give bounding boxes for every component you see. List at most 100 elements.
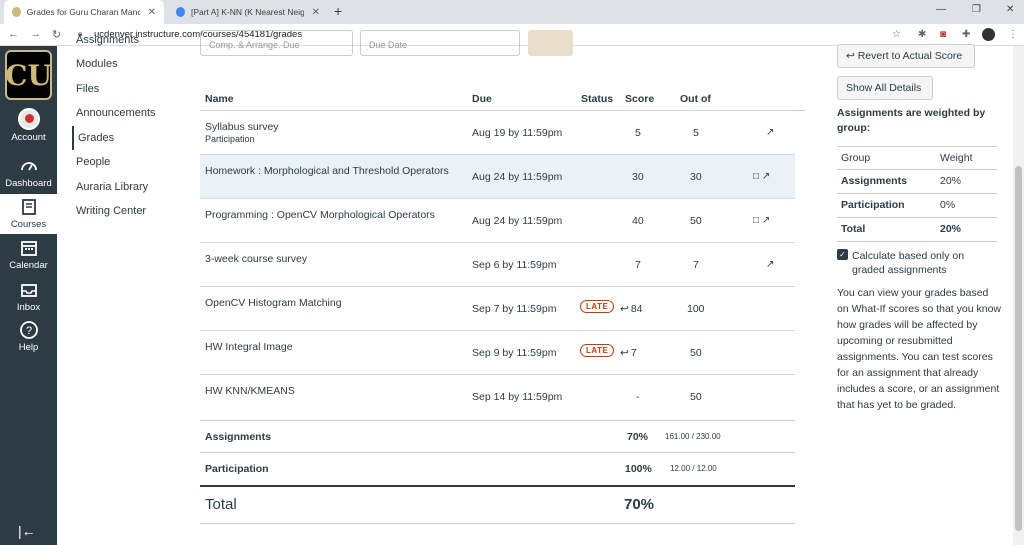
course-nav-writing-center[interactable]: Writing Center [72,199,182,224]
dashboard-icon [20,162,37,171]
assignment-name[interactable]: HW Integral Image [205,341,293,353]
profile-avatar-icon[interactable] [982,28,995,41]
late-badge: LATE [580,344,615,357]
course-nav-people[interactable]: People [72,150,182,175]
score[interactable]: - [636,391,640,403]
score[interactable]: ↩ 7 [620,347,637,359]
due-date: Sep 7 by 11:59pm [472,303,557,315]
reload-icon[interactable]: ↻ [52,28,61,41]
table-row[interactable]: Programming : OpenCV Morphological Opera… [200,198,795,242]
table-row[interactable]: HW Integral Image Sep 9 by 11:59pm LATE … [200,330,795,374]
global-navigation: CU Account Dashboard Courses Calendar In… [0,46,57,545]
maximize-icon[interactable]: ❐ [972,4,981,15]
inbox-icon [20,284,37,297]
extensions-puzzle-icon[interactable]: ✚ [962,29,970,40]
due-date: Aug 24 by 11:59pm [472,171,563,183]
global-nav-courses[interactable]: Courses [0,194,57,234]
course-nav-auraria-library[interactable]: Auraria Library [72,175,182,200]
total-percent: 70% [624,496,655,513]
window-close-icon[interactable]: ✕ [1006,4,1014,15]
nav-label: Dashboard [5,178,52,189]
new-tab-icon[interactable]: + [334,3,342,19]
table-row[interactable]: OpenCV Histogram Matching Sep 7 by 11:59… [200,286,795,330]
assignment-name[interactable]: Programming : OpenCV Morphological Opera… [205,209,435,221]
extension-record-icon[interactable]: ◙ [940,29,946,40]
global-nav-calendar[interactable]: Calendar [0,238,57,280]
table-row[interactable]: 3-week course survey Sep 6 by 11:59pm 7 … [200,242,795,286]
google-favicon-icon [176,7,185,17]
course-nav-files[interactable]: Files [72,77,182,102]
group-total-row: Assignments 70% 161.00 / 230.00 [200,420,795,452]
page-scrollbar[interactable] [1013,46,1024,545]
global-nav-account[interactable]: Account [0,108,57,150]
score[interactable]: 7 [635,259,641,271]
global-nav-dashboard[interactable]: Dashboard [0,156,57,198]
table-row[interactable]: Homework : Morphological and Threshold O… [200,154,795,198]
out-of: 100 [687,303,705,315]
course-nav-modules[interactable]: Modules [72,52,182,77]
assignment-group: Participation [205,134,255,144]
apply-button[interactable] [528,30,573,56]
score[interactable]: 40 [632,215,644,227]
assignment-name[interactable]: HW KNN/KMEANS [205,385,295,397]
star-icon[interactable]: ☆ [892,29,901,40]
tab-title: Grades for Guru Charan Manchi... [26,7,140,17]
svg-text:?: ? [25,325,31,337]
collapse-nav-icon[interactable]: |← [18,523,36,539]
close-icon[interactable]: ✕ [312,7,320,18]
total-label: Total [205,496,237,513]
cu-logo[interactable]: CU [5,50,52,100]
checkbox-label: Calculate based only on graded assignmen… [852,250,965,276]
revert-icon: ↩ [846,50,858,62]
rubric-icon[interactable]: ↗ [766,259,774,270]
weight-row: Total 20% [837,218,997,242]
course-nav-announcements[interactable]: Announcements [72,101,182,126]
global-nav-help[interactable]: ? Help [0,320,57,362]
close-icon[interactable]: ✕ [148,7,156,18]
extension-gear-icon[interactable]: ✱ [918,29,926,40]
due-date: Sep 14 by 11:59pm [472,391,563,403]
nav-label: Help [18,342,39,353]
assignment-name[interactable]: 3-week course survey [205,253,307,265]
out-of: 50 [690,391,702,403]
score[interactable]: 30 [632,171,644,183]
out-of: 7 [693,259,699,271]
checkbox-checked-icon[interactable]: ✓ [837,249,848,260]
weight-header-group: Group [841,152,871,164]
course-navigation: Assignments Modules Files Announcements … [72,34,182,224]
assignment-name[interactable]: Homework : Morphological and Threshold O… [205,165,449,177]
show-all-details-button[interactable]: Show All Details [837,76,933,100]
due-date-select[interactable]: Due Date [360,30,520,56]
minimize-icon[interactable]: — [936,4,946,15]
assignment-name[interactable]: OpenCV Histogram Matching [205,297,342,309]
rubric-icon[interactable]: ↗ [766,127,774,138]
group-fraction: 12.00 / 12.00 [670,464,717,473]
nav-label: Account [11,132,46,143]
browser-tab-grades[interactable]: Grades for Guru Charan Manchi... ✕ [4,0,164,24]
score[interactable]: 5 [635,127,641,139]
assignment-name[interactable]: Syllabus survey Participation [205,121,279,144]
table-row[interactable]: HW KNN/KMEANS Sep 14 by 11:59pm - 50 [200,374,795,418]
late-badge: LATE [580,300,615,313]
back-icon[interactable]: ← [8,28,19,40]
global-nav-inbox[interactable]: Inbox [0,280,57,322]
arrange-by-select[interactable]: Comp. & Arrange. Due [200,30,353,56]
scrollbar-thumb[interactable] [1015,166,1022,531]
weight-row: Assignments 20% [837,170,997,194]
revert-to-actual-score-button[interactable]: ↩ Revert to Actual Score [837,44,975,68]
canvas-favicon-icon [12,7,21,17]
course-nav-grades[interactable]: Grades [72,125,182,150]
table-row[interactable]: Syllabus survey Participation Aug 19 by 1… [200,110,795,154]
weight-title: Assignments are weighted by group: [837,107,986,134]
comments-rubric-icon[interactable]: □ ↗ [753,215,770,226]
score[interactable]: ↩ 84 [620,303,643,315]
revert-icon[interactable]: ↩ [620,303,629,315]
revert-icon[interactable]: ↩ [620,347,629,359]
course-nav-assignments[interactable]: Assignments [72,34,182,52]
forward-icon[interactable]: → [30,28,41,40]
browser-menu-icon[interactable]: ⋮ [1008,29,1018,40]
comments-rubric-icon[interactable]: □ ↗ [753,171,770,182]
nav-label: Courses [10,219,47,230]
out-of: 5 [693,127,699,139]
browser-tab-knn[interactable]: [Part A] K-NN (K Nearest Neigh... ✕ [168,0,328,24]
